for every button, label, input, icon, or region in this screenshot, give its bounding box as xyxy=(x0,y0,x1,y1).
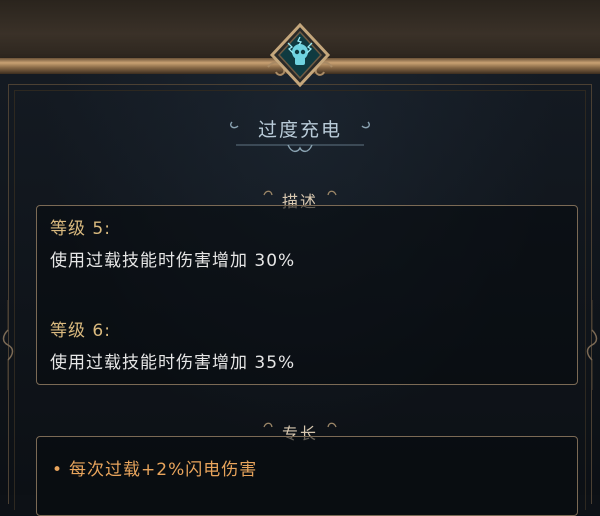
skill-emblem[interactable] xyxy=(266,23,334,91)
level-5-effect: 使用过载技能时伤害增加 30% xyxy=(50,251,296,271)
specialty-item-text: 每次过载+2%闪电伤害 xyxy=(69,460,258,480)
level-6-effect: 使用过载技能时伤害增加 35% xyxy=(50,353,296,373)
level-6-label: 等级 6: xyxy=(50,321,111,341)
dot-bullet-icon: • xyxy=(52,460,64,480)
skill-title: 过度充电 xyxy=(257,119,342,141)
left-ornament xyxy=(2,300,14,390)
right-ornament xyxy=(586,300,598,390)
level-5-label: 等级 5: xyxy=(50,219,111,239)
specialty-item: • 每次过载+2%闪电伤害 xyxy=(52,455,257,480)
